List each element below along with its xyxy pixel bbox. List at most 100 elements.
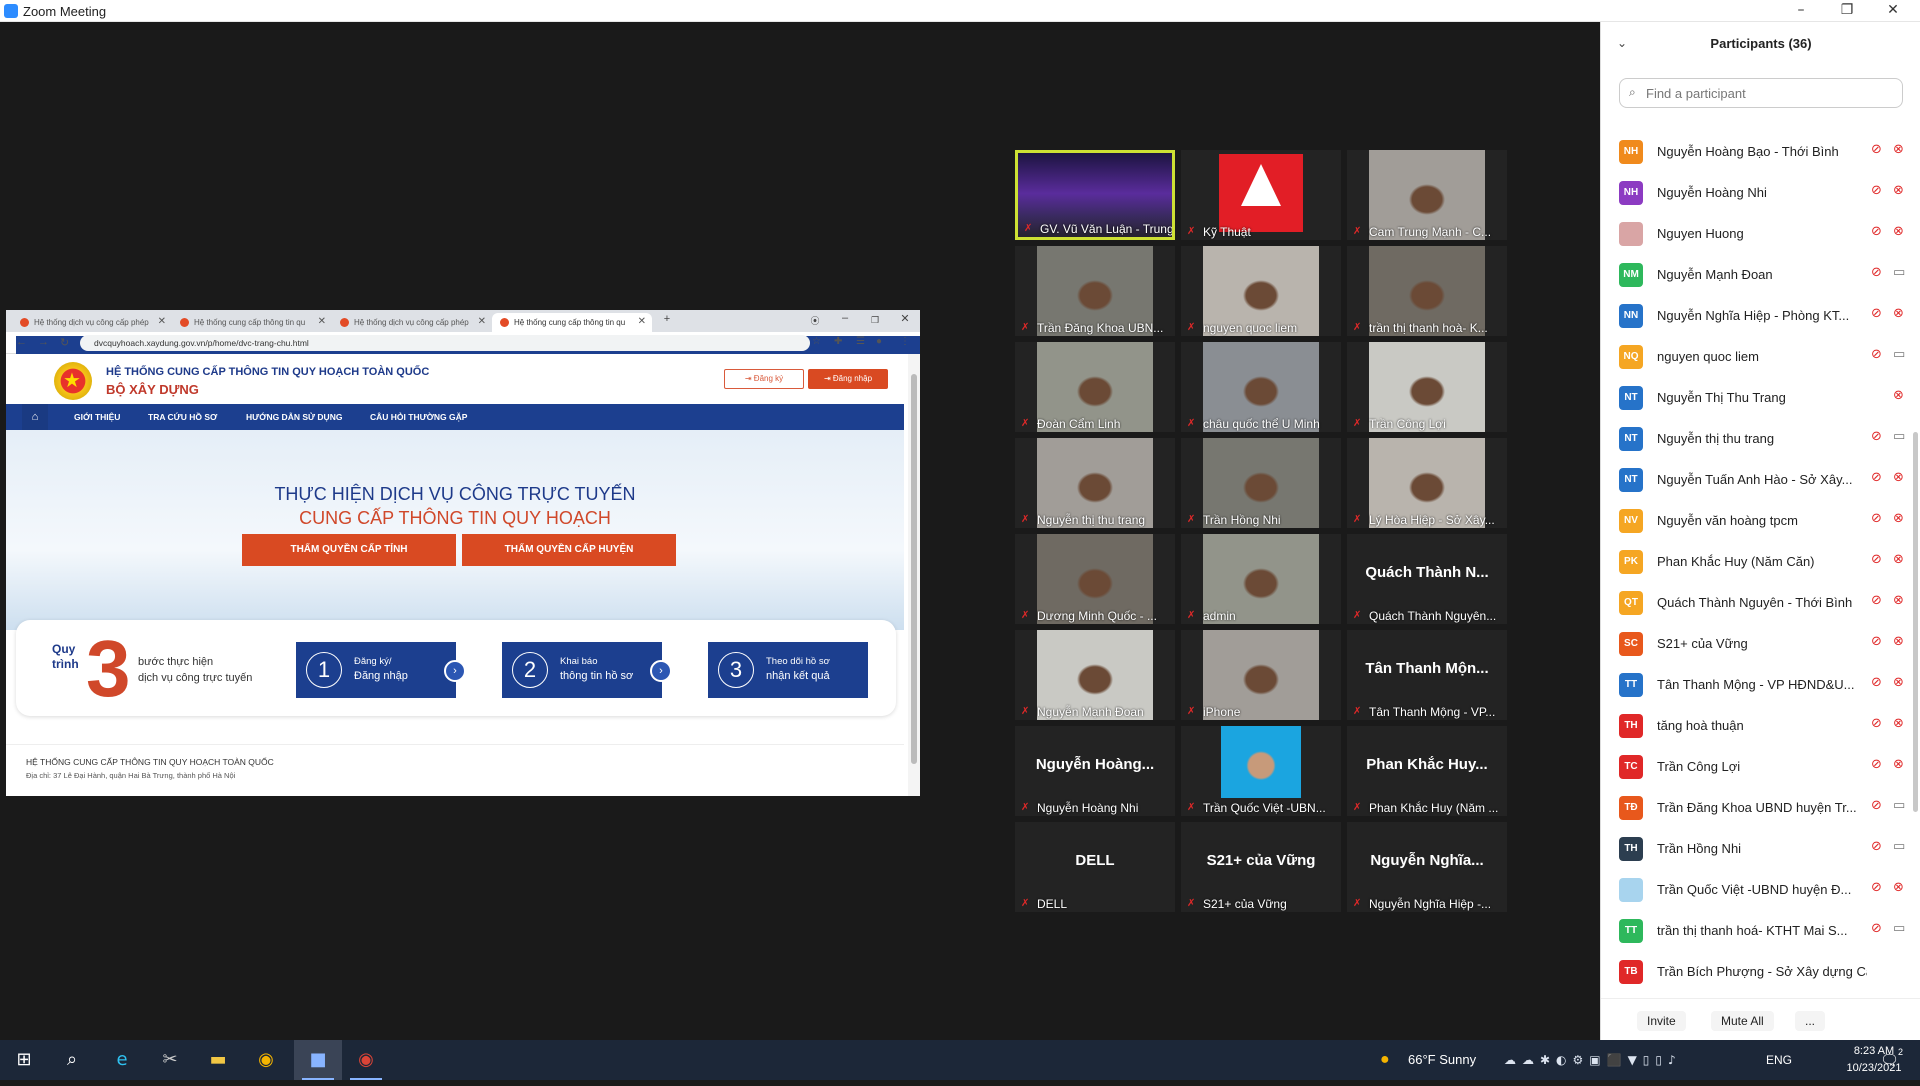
edge-icon[interactable]: e: [98, 1040, 146, 1080]
participant-row[interactable]: NV Nguyễn văn hoàng tpcm ⊘ ⊗: [1601, 501, 1917, 542]
home-icon[interactable]: ⌂: [22, 404, 48, 430]
browser-tab[interactable]: Hệ thống cung cấp thông tin qu ✕: [172, 313, 332, 332]
weather-text[interactable]: 66°F Sunny: [1408, 1040, 1476, 1080]
login-button[interactable]: ⇥ Đăng nhập: [808, 369, 888, 389]
participant-row[interactable]: PK Phan Khắc Huy (Năm Căn) ⊘ ⊗: [1601, 542, 1917, 583]
camera-on-icon[interactable]: ▭: [1893, 347, 1905, 362]
participant-list-scrollbar[interactable]: [1913, 432, 1918, 812]
participant-video-tile[interactable]: ✗ Đoàn Cẩm Linh: [1015, 342, 1175, 432]
camera-off-icon[interactable]: ⊗: [1893, 634, 1904, 649]
close-tab-icon[interactable]: ✕: [158, 316, 166, 327]
participant-row[interactable]: Trần Quốc Việt -UBND huyện Đ... ⊘ ⊗: [1601, 870, 1917, 911]
camera-off-icon[interactable]: ⊗: [1893, 880, 1904, 895]
search-icon[interactable]: ⌕: [48, 1040, 96, 1080]
participant-row[interactable]: SC S21+ của Vững ⊘ ⊗: [1601, 624, 1917, 665]
muted-mic-icon[interactable]: ⊘: [1871, 224, 1882, 239]
restore-button[interactable]: ❐: [1824, 0, 1870, 22]
participant-video-tile[interactable]: ✗ Lý Hòa Hiệp - Sở Xây...: [1347, 438, 1507, 528]
participant-row[interactable]: NQ nguyen quoc liem ⊘ ▭: [1601, 337, 1917, 378]
register-button[interactable]: ⇥ Đăng ký: [724, 369, 804, 389]
language-indicator[interactable]: ENG: [1766, 1040, 1792, 1080]
muted-mic-icon[interactable]: ⊘: [1871, 429, 1882, 444]
participant-row[interactable]: NM Nguyễn Mạnh Đoan ⊘ ▭: [1601, 255, 1917, 296]
participant-row[interactable]: NT Nguyễn thị thu trang ⊘ ▭: [1601, 419, 1917, 460]
close-tab-icon[interactable]: ✕: [478, 316, 486, 327]
participant-video-tile[interactable]: ✗ Nguyễn Mạnh Đoan: [1015, 630, 1175, 720]
participant-row[interactable]: TB Trần Bích Phượng - Sở Xây dựng Cà Mau: [1601, 952, 1917, 993]
participant-video-tile[interactable]: ✗ nguyen quoc liem: [1181, 246, 1341, 336]
participant-row[interactable]: NH Nguyễn Hoàng Bạo - Thới Bình ⊘ ⊗: [1601, 132, 1917, 173]
participant-video-tile[interactable]: ✗ trần thị thanh hoà- K...: [1347, 246, 1507, 336]
nav-item-guide[interactable]: HƯỚNG DẪN SỬ DỤNG: [246, 412, 342, 422]
camera-on-icon[interactable]: ▭: [1893, 265, 1905, 280]
browser-restore-button[interactable]: ❐: [862, 315, 888, 326]
participant-video-tile[interactable]: Quách Thành N... ✗ Quách Thành Nguyên...: [1347, 534, 1507, 624]
muted-mic-icon[interactable]: ⊘: [1871, 757, 1882, 772]
camera-off-icon[interactable]: ⊗: [1893, 552, 1904, 567]
muted-mic-icon[interactable]: ⊘: [1871, 183, 1882, 198]
participant-row[interactable]: TT trần thị thanh hoá- KTHT Mai S... ⊘ ▭: [1601, 911, 1917, 952]
participant-video-tile[interactable]: ✗ Cam Trung Mạnh - C...: [1347, 150, 1507, 240]
participant-video-tile[interactable]: Nguyễn Hoàng... ✗ Nguyễn Hoàng Nhi: [1015, 726, 1175, 816]
participant-video-tile[interactable]: ✗ Trần Hồng Nhi: [1181, 438, 1341, 528]
browser-tab[interactable]: Hệ thống dịch vụ công cấp phép ✕: [12, 313, 172, 332]
chevron-right-icon[interactable]: ›: [444, 660, 466, 682]
participant-video-tile[interactable]: ✗ admin: [1181, 534, 1341, 624]
participant-video-tile[interactable]: ✗ GV. Vũ Văn Luận - Trung...: [1015, 150, 1175, 240]
camera-off-icon[interactable]: ⊗: [1893, 511, 1904, 526]
participant-row[interactable]: TH Trần Hồng Nhi ⊘ ▭: [1601, 829, 1917, 870]
step-card[interactable]: 1 Đăng ký/ Đăng nhập ›: [296, 642, 466, 698]
step-card[interactable]: 3 Theo dõi hồ sơ nhận kết quả: [708, 642, 868, 698]
camera-on-icon[interactable]: ▭: [1893, 429, 1905, 444]
muted-mic-icon[interactable]: ⊘: [1871, 593, 1882, 608]
camera-off-icon[interactable]: ⊗: [1893, 183, 1904, 198]
start-icon[interactable]: ⊞: [0, 1040, 48, 1080]
profile-avatar-icon[interactable]: ●: [876, 336, 882, 347]
chrome-icon[interactable]: ◉: [242, 1040, 290, 1080]
camera-on-icon[interactable]: ▭: [1893, 839, 1905, 854]
notification-icon[interactable]: 🗨: [1880, 1040, 1899, 1080]
address-bar[interactable]: dvcquyhoach.xaydung.gov.vn/p/home/dvc-tr…: [80, 335, 810, 351]
nav-item-intro[interactable]: GIỚI THIỆU: [74, 412, 120, 422]
browser-minimize-button[interactable]: –: [832, 312, 858, 324]
muted-mic-icon[interactable]: ⊘: [1871, 347, 1882, 362]
muted-mic-icon[interactable]: ⊘: [1871, 265, 1882, 280]
nav-item-faq[interactable]: CÂU HỎI THƯỜNG GẶP: [370, 412, 467, 422]
participant-video-tile[interactable]: ✗ Kỹ Thuật: [1181, 150, 1341, 240]
participant-search-input[interactable]: ⌕ Find a participant: [1619, 78, 1903, 108]
participant-video-tile[interactable]: S21+ của Vững ✗ S21+ của Vững: [1181, 822, 1341, 912]
muted-mic-icon[interactable]: ⊘: [1871, 470, 1882, 485]
participant-video-tile[interactable]: ✗ Trần Quốc Việt -UBN...: [1181, 726, 1341, 816]
muted-mic-icon[interactable]: ⊘: [1871, 552, 1882, 567]
participant-video-tile[interactable]: Tân Thanh Mộn... ✗ Tân Thanh Mộng - VP...: [1347, 630, 1507, 720]
browser-profile-icon[interactable]: ⦿: [802, 314, 828, 327]
close-tab-icon[interactable]: ✕: [318, 316, 326, 327]
muted-mic-icon[interactable]: ⊘: [1871, 798, 1882, 813]
browser-scrollbar[interactable]: [908, 354, 920, 796]
participant-row[interactable]: NT Nguyễn Tuấn Anh Hào - Sở Xây... ⊘ ⊗: [1601, 460, 1917, 501]
new-tab-button[interactable]: +: [654, 313, 680, 325]
muted-mic-icon[interactable]: ⊘: [1871, 716, 1882, 731]
minimize-button[interactable]: –: [1778, 0, 1824, 22]
muted-mic-icon[interactable]: ⊘: [1871, 511, 1882, 526]
participant-video-tile[interactable]: Nguyễn Nghĩa... ✗ Nguyễn Nghĩa Hiệp -...: [1347, 822, 1507, 912]
muted-mic-icon[interactable]: ⊘: [1871, 880, 1882, 895]
district-authority-button[interactable]: THẨM QUYỀN CẤP HUYỆN: [462, 534, 676, 566]
muted-mic-icon[interactable]: ⊘: [1871, 839, 1882, 854]
participant-row[interactable]: NN Nguyễn Nghĩa Hiệp - Phòng KT... ⊘ ⊗: [1601, 296, 1917, 337]
province-authority-button[interactable]: THẨM QUYỀN CẤP TỈNH: [242, 534, 456, 566]
participant-row[interactable]: NT Nguyễn Thị Thu Trang ⊗: [1601, 378, 1917, 419]
mute-all-button[interactable]: Mute All: [1711, 1011, 1774, 1031]
snipping-tool-icon[interactable]: ✂: [146, 1040, 194, 1080]
chevron-right-icon[interactable]: ›: [650, 660, 672, 682]
participant-row[interactable]: QT Quách Thành Nguyên - Thới Bình ⊘ ⊗: [1601, 583, 1917, 624]
step-card[interactable]: 2 Khai báo thông tin hồ sơ ›: [502, 642, 672, 698]
participant-row[interactable]: TĐ Trần Đăng Khoa UBND huyện Tr... ⊘ ▭: [1601, 788, 1917, 829]
camera-off-icon[interactable]: ⊗: [1893, 470, 1904, 485]
nav-item-lookup[interactable]: TRA CỨU HỒ SƠ: [148, 412, 217, 422]
participant-video-tile[interactable]: ✗ Trần Công Lợi: [1347, 342, 1507, 432]
participant-video-tile[interactable]: ✗ iPhone: [1181, 630, 1341, 720]
camera-off-icon[interactable]: ⊗: [1893, 757, 1904, 772]
close-tab-icon[interactable]: ✕: [638, 316, 646, 327]
participant-row[interactable]: TC Trần Công Lợi ⊘ ⊗: [1601, 747, 1917, 788]
